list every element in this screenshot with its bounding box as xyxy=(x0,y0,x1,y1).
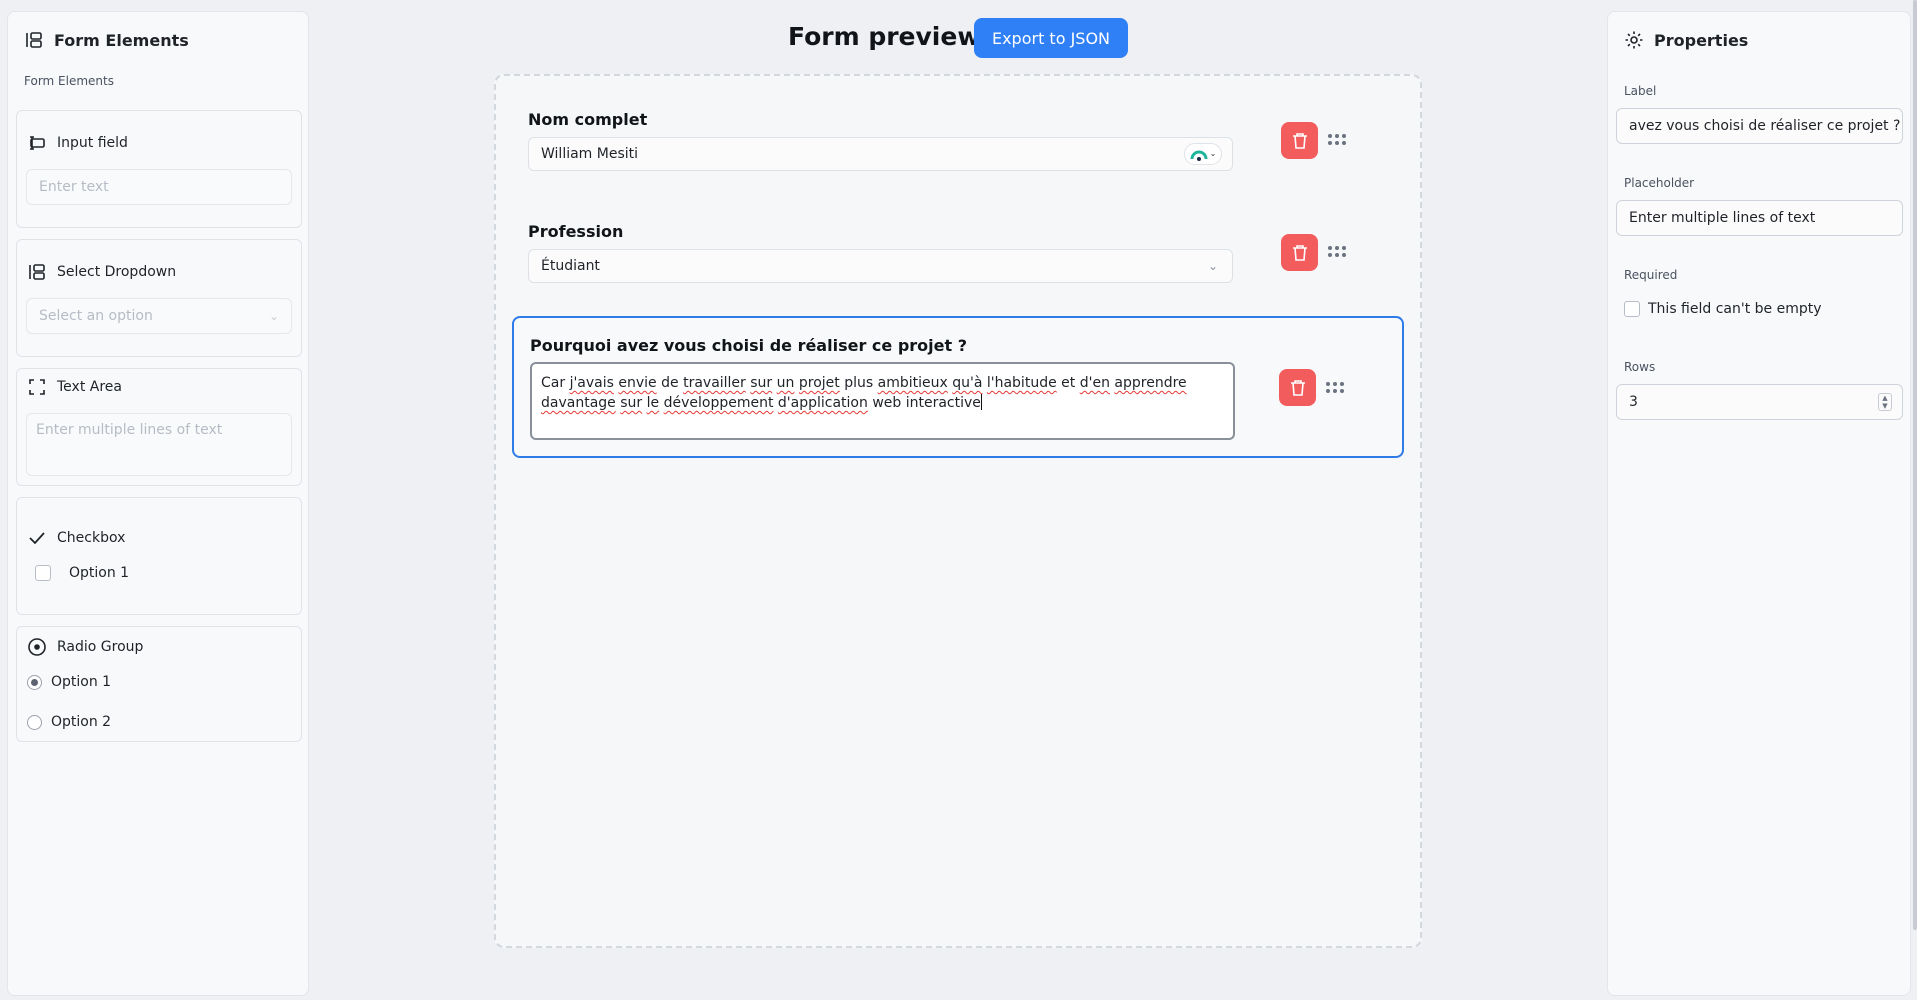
form-elements-panel: Form Elements Form Elements Input field … xyxy=(7,11,309,996)
delete-field-button-1[interactable] xyxy=(1281,122,1318,159)
gear-icon xyxy=(1625,31,1643,49)
rows-prop-label: Rows xyxy=(1624,360,1656,374)
text-area-preview: Enter multiple lines of text xyxy=(26,413,292,476)
label-prop-label: Label xyxy=(1624,84,1657,98)
input-field-icon xyxy=(30,136,45,150)
select-dropdown-preview: Select an option ⌄ xyxy=(26,298,292,334)
input-field-preview: Enter text xyxy=(26,169,292,205)
field-label-profession: Profession xyxy=(528,222,624,241)
trash-icon xyxy=(1292,132,1307,149)
nom-complet-value: William Mesiti xyxy=(541,146,639,162)
form-elements-icon xyxy=(26,32,42,48)
radio-option-1-label: Option 1 xyxy=(51,674,112,690)
pourquoi-textarea[interactable]: Car j'avais envie de travailler sur un p… xyxy=(530,362,1235,440)
textarea-line-1: Car j'avais envie de travailler sur un p… xyxy=(541,375,1187,391)
input-field-title: Input field xyxy=(57,135,128,151)
scrollbar[interactable] xyxy=(1913,0,1917,930)
grammar-logo-icon xyxy=(1190,150,1208,161)
profession-select[interactable]: Étudiant ⌄ xyxy=(528,249,1233,283)
placeholder-input[interactable]: Enter multiple lines of text xyxy=(1616,200,1903,236)
input-field-card[interactable]: Input field Enter text xyxy=(16,110,302,228)
textarea-line-2: davantage sur le développement d'applica… xyxy=(541,394,982,411)
drag-handle-2[interactable] xyxy=(1328,246,1348,258)
nom-complet-input[interactable]: William Mesiti ⌄ xyxy=(528,137,1233,171)
select-dropdown-title: Select Dropdown xyxy=(57,264,177,280)
checkbox-card[interactable]: Checkbox Option 1 xyxy=(16,497,302,615)
delete-field-button-3[interactable] xyxy=(1279,369,1316,406)
drag-handle-3[interactable] xyxy=(1326,382,1346,394)
label-input[interactable]: avez vous choisi de réaliser ce projet ? xyxy=(1616,108,1903,144)
radio-preview-option-2 xyxy=(27,714,42,730)
select-dropdown-icon xyxy=(29,264,45,280)
section-label: Form Elements xyxy=(24,74,114,88)
form-elements-title: Form Elements xyxy=(54,30,189,50)
text-caret xyxy=(980,394,982,410)
grammar-assistant-icon[interactable]: ⌄ xyxy=(1184,143,1222,165)
text-area-icon xyxy=(29,379,45,395)
grammar-chevron-icon: ⌄ xyxy=(1209,149,1217,158)
radio-icon xyxy=(28,638,46,656)
required-prop-label: Required xyxy=(1624,268,1678,282)
trash-icon xyxy=(1290,379,1305,396)
placeholder-prop-label: Placeholder xyxy=(1624,176,1695,190)
form-canvas[interactable] xyxy=(494,74,1422,948)
rows-input[interactable]: 3 ▲ ▼ xyxy=(1616,384,1903,420)
radio-preview-option-1 xyxy=(27,674,42,690)
properties-panel: Properties Label avez vous choisi de réa… xyxy=(1607,11,1911,996)
radio-group-title: Radio Group xyxy=(57,639,144,655)
select-dropdown-card[interactable]: Select Dropdown Select an option ⌄ xyxy=(16,239,302,357)
drag-handle-1[interactable] xyxy=(1328,134,1348,146)
required-checkbox-label: This field can't be empty xyxy=(1648,301,1822,317)
number-spinner-icon[interactable]: ▲ ▼ xyxy=(1878,393,1892,411)
field-label-nom: Nom complet xyxy=(528,110,648,129)
trash-icon xyxy=(1292,244,1307,261)
radio-group-card[interactable]: Radio Group Option 1 Option 2 xyxy=(16,626,302,742)
radio-option-2-label: Option 2 xyxy=(51,714,112,730)
checkbox-title: Checkbox xyxy=(57,530,126,546)
chevron-down-icon: ⌄ xyxy=(268,309,279,323)
properties-header: Properties xyxy=(1608,12,1910,68)
required-checkbox[interactable] xyxy=(1624,301,1640,317)
properties-title: Properties xyxy=(1654,30,1749,50)
text-area-card[interactable]: Text Area Enter multiple lines of text xyxy=(16,368,302,486)
checkbox-preview-box xyxy=(35,565,51,581)
select-dropdown-placeholder: Select an option xyxy=(39,308,153,324)
text-area-title: Text Area xyxy=(57,379,122,395)
rows-value: 3 xyxy=(1629,394,1638,410)
profession-value: Étudiant xyxy=(541,258,600,274)
form-elements-header: Form Elements xyxy=(8,12,308,68)
chevron-down-icon: ⌄ xyxy=(1207,259,1218,273)
check-icon xyxy=(29,532,45,545)
checkbox-option-label: Option 1 xyxy=(69,565,130,581)
page-title: Form preview xyxy=(788,22,981,51)
export-json-button[interactable]: Export to JSON xyxy=(974,18,1128,58)
delete-field-button-2[interactable] xyxy=(1281,234,1318,271)
field-label-pourquoi: Pourquoi avez vous choisi de réaliser ce… xyxy=(530,336,967,355)
